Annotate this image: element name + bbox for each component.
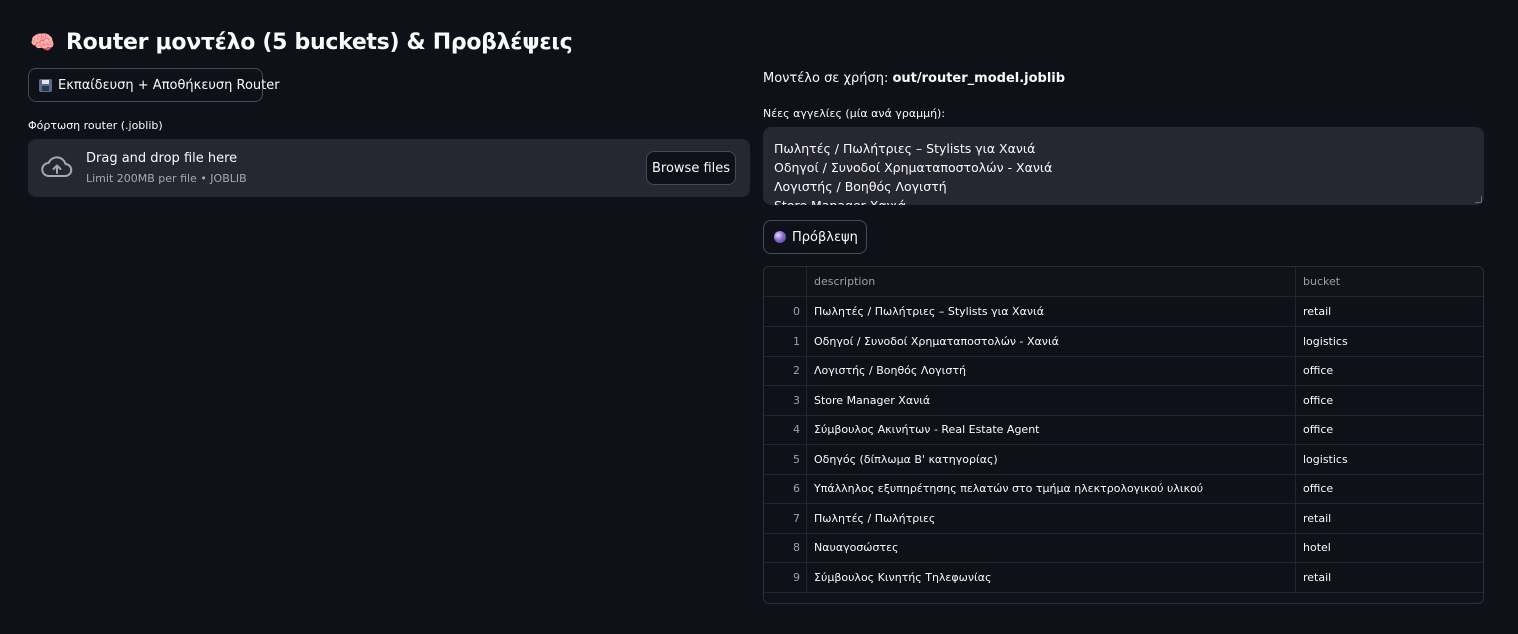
row-description[interactable]: Οδηγός (δίπλωμα Β' κατηγορίας) [807,445,1296,474]
row-index: 6 [764,474,807,503]
job-ads-textarea[interactable]: Πωλητές / Πωλήτριες – Stylists για Χανιά… [763,127,1484,205]
row-description[interactable]: Λογιστής / Βοηθός Λογιστή [807,356,1296,385]
row-bucket[interactable]: office [1296,386,1483,415]
textarea-line: Πωλητές / Πωλήτριες – Stylists για Χανιά [774,141,1036,156]
row-description[interactable]: Υπάλληλος εξυπηρέτησης πελατών στο τμήμα… [807,474,1296,503]
row-bucket[interactable]: logistics [1296,445,1483,474]
table-row[interactable]: 7 Πωλητές / Πωλήτριες retail [764,504,1483,534]
row-bucket[interactable]: retail [1296,297,1483,326]
row-description[interactable]: Σύμβουλος Κινητής Τηλεφωνίας [807,563,1296,592]
row-index: 1 [764,327,807,356]
row-description[interactable]: Οδηγοί / Συνοδοί Χρηματαποστολών - Χανιά [807,327,1296,356]
table-row[interactable]: 9 Σύμβουλος Κινητής Τηλεφωνίας retail [764,563,1483,593]
predict-label: Πρόβλεψη [792,229,858,245]
row-bucket[interactable]: logistics [1296,327,1483,356]
table-row[interactable]: 3 Store Manager Χανιά office [764,386,1483,416]
header-index [764,267,807,296]
model-path: out/router_model.joblib [892,71,1066,86]
row-index: 4 [764,415,807,444]
cloud-upload-icon [41,156,73,178]
browse-files-button[interactable]: Browse files [646,151,736,185]
row-index: 9 [764,563,807,592]
row-bucket[interactable]: office [1296,415,1483,444]
row-bucket[interactable]: retail [1296,563,1483,592]
row-description[interactable]: Πωλητές / Πωλήτριες [807,504,1296,533]
page-title: 🧠 Router μοντέλο (5 buckets) & Προβλέψει… [30,27,573,58]
row-bucket[interactable]: office [1296,474,1483,503]
table-row[interactable]: 6 Υπάλληλος εξυπηρέτησης πελατών στο τμή… [764,474,1483,504]
textarea-line: Λογιστής / Βοηθός Λογιστή [774,179,947,194]
predict-button[interactable]: Πρόβλεψη [763,220,867,254]
resize-handle[interactable] [1475,196,1482,203]
textarea-label: Νέες αγγελίες (μία ανά γραμμή): [763,107,946,120]
table-row[interactable]: 1 Οδηγοί / Συνοδοί Χρηματαποστολών - Χαν… [764,327,1483,357]
row-index: 5 [764,445,807,474]
textarea-line: Οδηγοί / Συνοδοί Χρηματαποστολών - Χανιά [774,160,1053,175]
floppy-disk-icon [39,78,52,92]
table-row[interactable]: 4 Σύμβουλος Ακινήτων - Real Estate Agent… [764,415,1483,445]
row-index: 8 [764,533,807,562]
header-description[interactable]: description [807,267,1296,296]
row-description[interactable]: Ναυαγοσώστες [807,533,1296,562]
table-header: description bucket [764,267,1483,297]
crystal-ball-icon [774,231,786,243]
row-description[interactable]: Πωλητές / Πωλήτριες – Stylists για Χανιά [807,297,1296,326]
model-in-use: Μοντέλο σε χρήση: out/router_model.jobli… [763,71,1065,86]
table-row[interactable]: 5 Οδηγός (δίπλωμα Β' κατηγορίας) logisti… [764,445,1483,475]
row-index: 2 [764,356,807,385]
train-save-router-button[interactable]: Εκπαίδευση + Αποθήκευση Router [28,68,280,102]
row-index: 3 [764,386,807,415]
row-bucket[interactable]: office [1296,356,1483,385]
page-title-text: Router μοντέλο (5 buckets) & Προβλέψεις [65,30,573,55]
row-bucket[interactable]: retail [1296,504,1483,533]
brain-icon: 🧠 [30,30,55,54]
row-index: 7 [764,504,807,533]
textarea-line: Store Manager Χανιά [774,196,1473,205]
model-label: Μοντέλο σε χρήση: [763,71,889,86]
row-bucket[interactable]: hotel [1296,533,1483,562]
table-row[interactable]: 0 Πωλητές / Πωλήτριες – Stylists για Χαν… [764,297,1483,327]
file-dropzone[interactable]: Drag and drop file here Limit 200MB per … [28,139,750,197]
dropzone-instructions: Drag and drop file here [86,151,238,166]
header-bucket[interactable]: bucket [1296,267,1483,296]
dropzone-limit: Limit 200MB per file • JOBLIB [86,172,247,185]
table-row[interactable]: 2 Λογιστής / Βοηθός Λογιστή office [764,356,1483,386]
table-row[interactable]: 8 Ναυαγοσώστες hotel [764,533,1483,563]
row-index: 0 [764,297,807,326]
predictions-table[interactable]: description bucket 0 Πωλητές / Πωλήτριες… [763,266,1484,604]
uploader-label: Φόρτωση router (.joblib) [28,119,163,132]
row-description[interactable]: Σύμβουλος Ακινήτων - Real Estate Agent [807,415,1296,444]
row-description[interactable]: Store Manager Χανιά [807,386,1296,415]
train-save-router-label: Εκπαίδευση + Αποθήκευση Router [58,77,280,93]
